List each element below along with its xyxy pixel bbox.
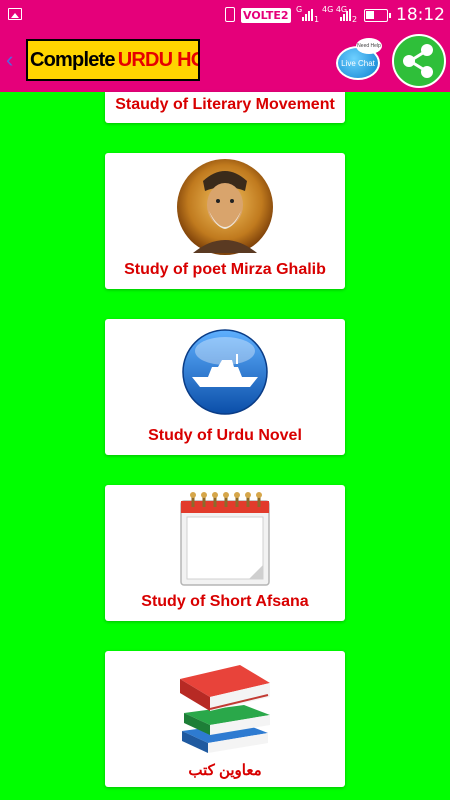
notepad-icon (180, 492, 270, 586)
live-chat-badge: Need Help (356, 38, 382, 54)
status-clock: 18:12 (396, 5, 445, 25)
app-title-part2: URDU HONS (117, 48, 198, 71)
app-bar: ‹ Complete URDU HONS Live Chat Need Help (0, 30, 450, 92)
live-chat-button[interactable]: Live Chat Need Help (334, 36, 384, 86)
volte-badge: VOLTE2 (241, 8, 291, 23)
sim2-signal-icon (340, 9, 351, 21)
share-button[interactable] (392, 34, 446, 88)
menu-card-short-afsana[interactable]: Study of Short Afsana (105, 485, 345, 621)
menu-card-label: Study of poet Mirza Ghalib (124, 261, 326, 278)
gallery-notification-icon (8, 8, 22, 20)
battery-icon (364, 9, 391, 22)
menu-card-label: Study of Urdu Novel (148, 427, 302, 444)
menu-card-mirza-ghalib[interactable]: Study of poet Mirza Ghalib (105, 153, 345, 289)
app-title-part1: Complete (30, 48, 116, 71)
menu-card-literary-movement[interactable]: Staudy of Literary Movement (105, 92, 345, 123)
sim2-index: 2 (352, 15, 358, 24)
status-bar: VOLTE2 G 1 4G 4G 2 18:12 (0, 0, 450, 30)
app-title-logo: Complete URDU HONS (26, 39, 200, 81)
menu-card-supporting-books[interactable]: معاوین کتب (105, 651, 345, 787)
sim1-index: 1 (314, 15, 320, 24)
ship-icon (182, 329, 268, 415)
portrait-icon (177, 159, 273, 255)
sim1-signal-icon (302, 9, 313, 21)
menu-card-label: Study of Short Afsana (141, 593, 309, 610)
books-icon (180, 665, 270, 753)
menu-card-label: معاوین کتب (188, 762, 262, 779)
menu-card-label: Staudy of Literary Movement (115, 96, 335, 113)
share-icon (403, 44, 433, 78)
menu-card-urdu-novel[interactable]: Study of Urdu Novel (105, 319, 345, 455)
vibrate-icon (225, 7, 235, 22)
back-arrow-icon[interactable]: ‹ (6, 48, 20, 72)
